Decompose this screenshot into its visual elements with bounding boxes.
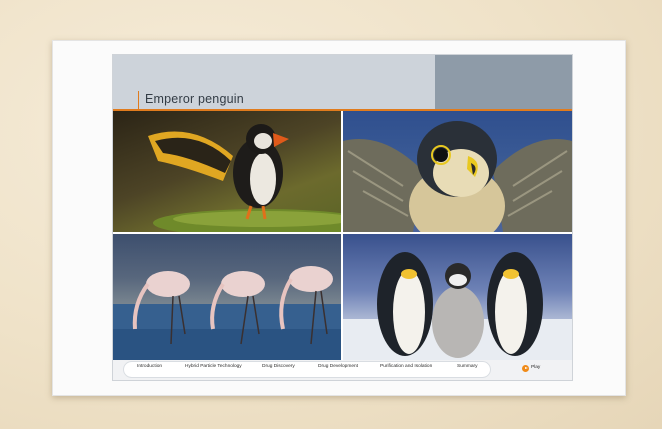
header-accent-block — [435, 55, 572, 110]
slide-title: Emperor penguin — [145, 92, 244, 106]
navigation-bar — [113, 360, 572, 380]
presentation-screen: Emperor penguin Introduction Hybrid Part… — [113, 55, 572, 380]
slide-header: Emperor penguin — [113, 55, 572, 110]
nav-item-purification-and-isolation[interactable]: Purification and Isolation — [380, 364, 432, 369]
play-label[interactable]: Play — [531, 365, 540, 370]
title-accent-tick — [138, 91, 139, 109]
nav-pill — [123, 361, 491, 378]
flamingo-photo — [113, 234, 341, 360]
penguins-photo — [343, 234, 572, 360]
nav-item-summary[interactable]: Summary — [457, 364, 478, 369]
falcon-photo — [343, 111, 572, 232]
nav-item-drug-development[interactable]: Drug Development — [318, 364, 358, 369]
nav-item-introduction[interactable]: Introduction — [137, 364, 162, 369]
play-icon[interactable] — [522, 365, 529, 372]
nav-item-hybrid-particle-technology[interactable]: Hybrid Particle Technology — [185, 364, 242, 369]
puffin-photo — [113, 111, 341, 232]
nav-item-drug-discovery[interactable]: Drug Discovery — [262, 364, 295, 369]
